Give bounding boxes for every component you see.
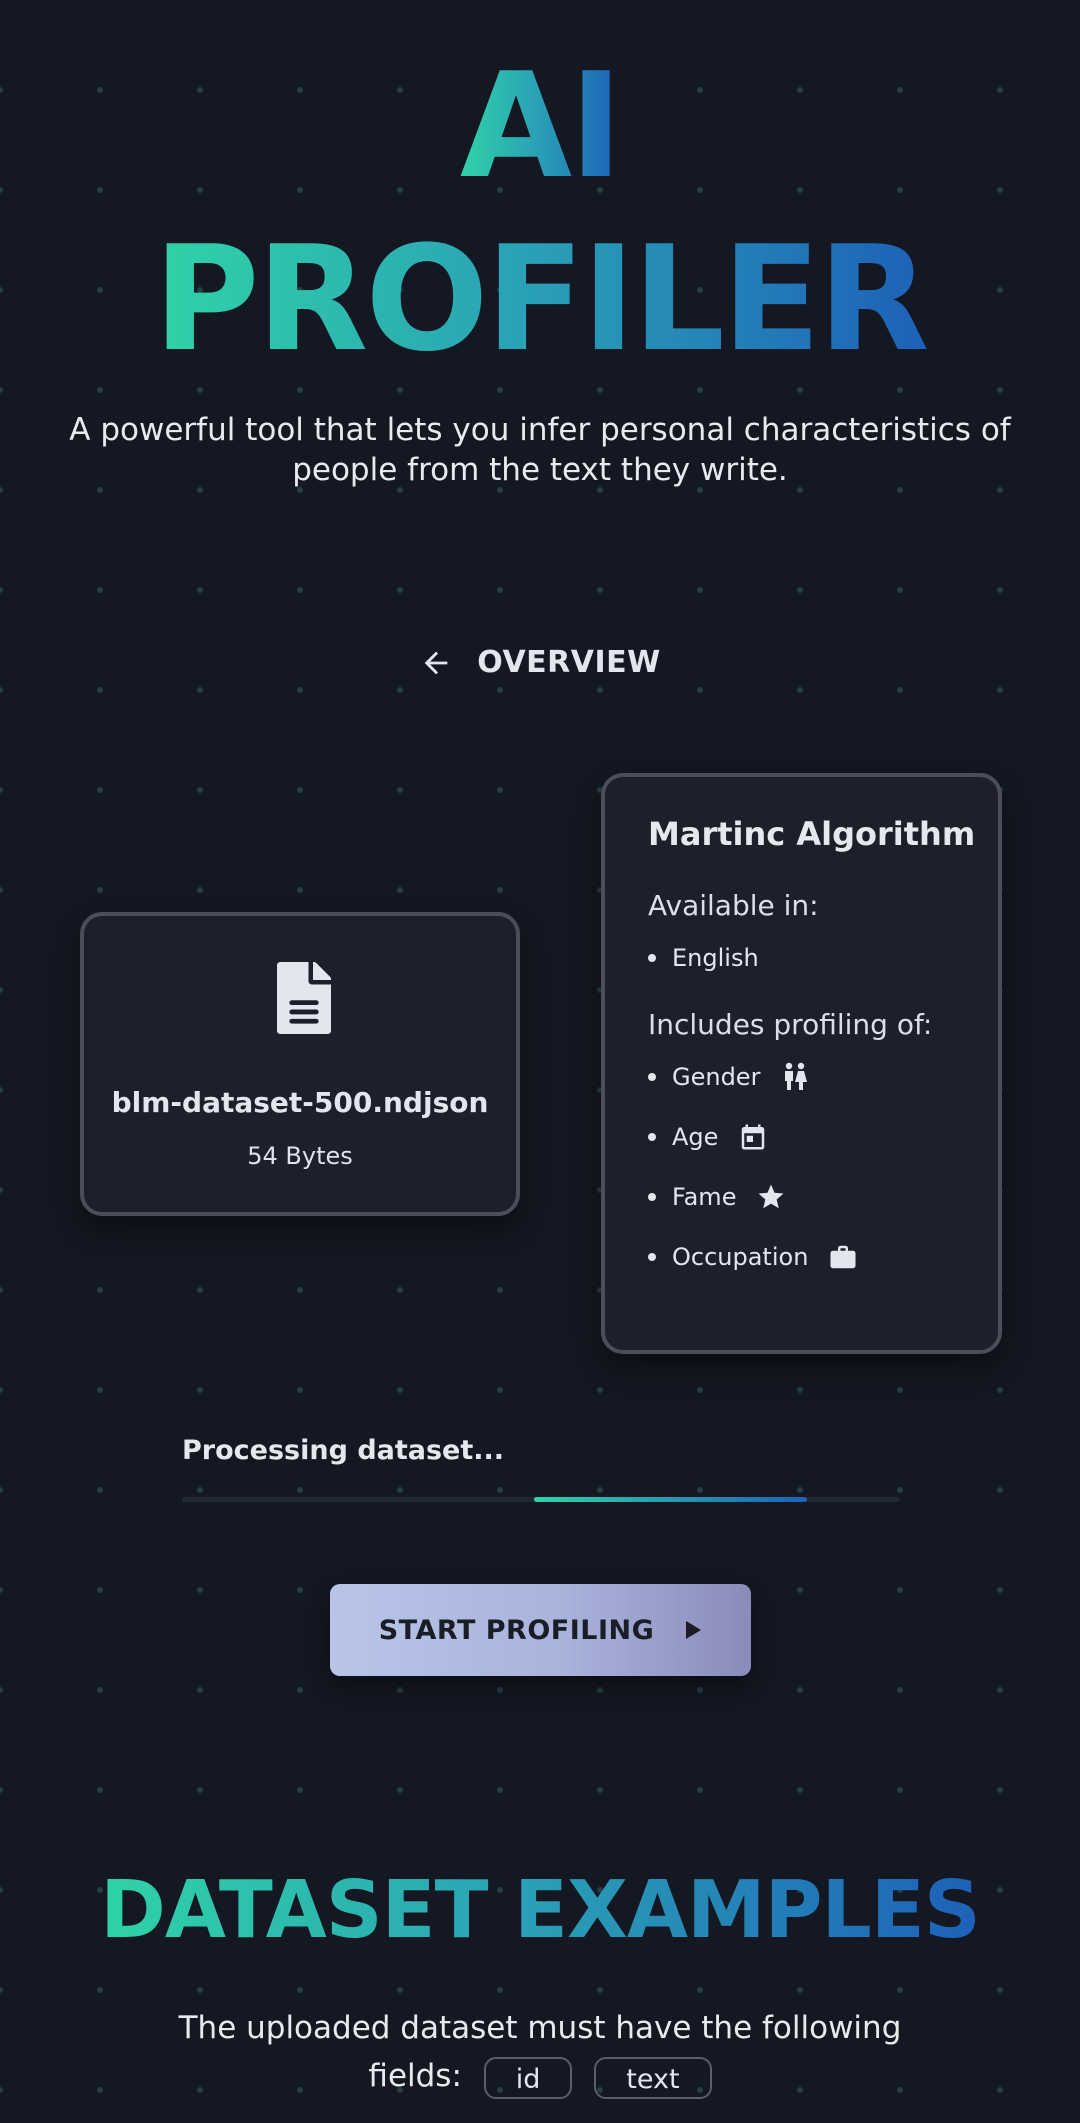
trait-label: Fame: [672, 1183, 737, 1211]
algorithm-title: Martinc Algorithm: [648, 815, 976, 853]
hero-title-line1: AI: [459, 42, 623, 211]
language-item: English: [648, 938, 998, 978]
dataset-examples-title-text: DATASET EXAMPLES: [100, 1860, 980, 1960]
star-icon: [758, 1184, 784, 1209]
trait-label: Occupation: [672, 1243, 809, 1271]
hero-subtitle: A powerful tool that lets you infer pers…: [69, 412, 1011, 488]
bullet: [648, 954, 656, 962]
calendar-icon: [742, 1124, 765, 1150]
file-card: blm-dataset-500.ndjson 54 Bytes: [80, 912, 520, 1216]
hero-title-line2: PROFILER: [153, 215, 929, 384]
briefcase-icon: [830, 1245, 856, 1269]
bullet: [648, 1133, 656, 1141]
trait-label: Age: [672, 1123, 719, 1151]
arrow-left-icon: [424, 651, 448, 674]
overview-back-link[interactable]: OVERVIEW: [0, 645, 1080, 680]
dataset-examples-title: DATASET EXAMPLES: [0, 1860, 1080, 1960]
progress-fill: [533, 1497, 807, 1502]
field-chip-text: text: [594, 2056, 712, 2099]
trait-item-occupation: Occupation: [648, 1237, 998, 1277]
document-icon: [277, 962, 331, 1034]
available-label: Available in:: [648, 889, 819, 922]
play-icon: [686, 1621, 702, 1639]
hero-title: AI PROFILER: [0, 40, 1080, 386]
bullet: [648, 1073, 656, 1081]
trait-label: Gender: [672, 1063, 761, 1091]
overview-label: OVERVIEW: [477, 645, 661, 680]
trait-item-fame: Fame: [648, 1177, 998, 1217]
trait-list: Gender Age Fame Occupation: [648, 1057, 998, 1277]
progress-bar: [182, 1497, 900, 1502]
gender-icon: [785, 1062, 808, 1090]
file-size: 54 Bytes: [247, 1142, 353, 1170]
algorithm-card: Martinc Algorithm Available in: English …: [601, 773, 1002, 1354]
trait-item-age: Age: [648, 1117, 998, 1157]
progress-label: Processing dataset...: [182, 1435, 505, 1466]
profiling-label: Includes profiling of:: [648, 1008, 933, 1041]
language-label: English: [672, 944, 759, 972]
fields-description: The uploaded dataset must have the follo…: [130, 2004, 950, 2100]
file-name: blm-dataset-500.ndjson: [111, 1086, 489, 1119]
bullet: [648, 1253, 656, 1261]
start-profiling-label: START PROFILING: [378, 1614, 655, 1646]
start-profiling-button[interactable]: START PROFILING: [330, 1584, 751, 1676]
bullet: [648, 1193, 656, 1201]
field-chip-id: id: [483, 2056, 573, 2099]
language-list: English: [648, 938, 998, 978]
trait-item-gender: Gender: [648, 1057, 998, 1097]
